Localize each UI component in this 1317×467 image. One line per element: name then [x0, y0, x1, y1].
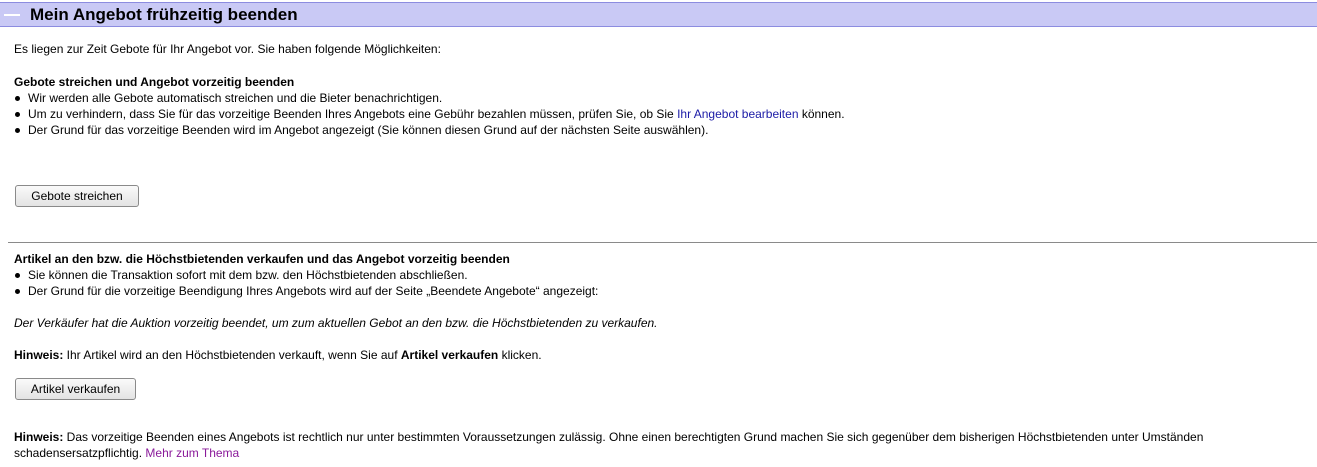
section-divider — [8, 242, 1317, 243]
bullet-icon — [15, 128, 20, 133]
bullet-icon — [15, 112, 20, 117]
intro-text: Es liegen zur Zeit Gebote für Ihr Angebo… — [14, 42, 441, 56]
bullet-icon — [15, 273, 20, 278]
list-item: Sie können die Transaktion sofort mit de… — [14, 267, 598, 283]
list-item: Der Grund für das vorzeitige Beenden wir… — [14, 122, 845, 138]
hint-label: Hinweis: — [14, 430, 64, 444]
bullet-icon — [15, 96, 20, 101]
option2-bullet-list: Sie können die Transaktion sofort mit de… — [14, 267, 598, 299]
cancel-bids-button[interactable]: Gebote streichen — [15, 185, 139, 207]
legal-hint-text-line2: schadensersatzpflichtig. Mehr zum Thema — [14, 446, 240, 460]
edit-listing-link[interactable]: Ihr Angebot bearbeiten — [677, 107, 798, 121]
legal-hint-text: Hinweis: Das vorzeitige Beenden eines An… — [14, 430, 1204, 444]
sell-hint-text: Hinweis: Ihr Artikel wird an den Höchstb… — [14, 348, 542, 362]
hint-label: Hinweis: — [14, 348, 64, 362]
list-item: Wir werden alle Gebote automatisch strei… — [14, 90, 845, 106]
collapse-dash-icon — [4, 14, 20, 16]
bullet-icon — [15, 289, 20, 294]
end-reason-text: Der Verkäufer hat die Auktion vorzeitig … — [14, 316, 658, 330]
list-item: Der Grund für die vorzeitige Beendigung … — [14, 283, 598, 299]
list-item: Um zu verhindern, dass Sie für das vorze… — [14, 106, 845, 122]
page-title: Mein Angebot frühzeitig beenden — [30, 5, 298, 24]
sell-item-button[interactable]: Artikel verkaufen — [15, 378, 136, 400]
more-info-link[interactable]: Mehr zum Thema — [145, 446, 239, 460]
option1-heading: Gebote streichen und Angebot vorzeitig b… — [14, 75, 295, 89]
option1-bullet-list: Wir werden alle Gebote automatisch strei… — [14, 90, 845, 138]
page-header-bar: Mein Angebot frühzeitig beenden — [0, 2, 1317, 27]
option2-heading: Artikel an den bzw. die Höchstbietenden … — [14, 252, 510, 266]
